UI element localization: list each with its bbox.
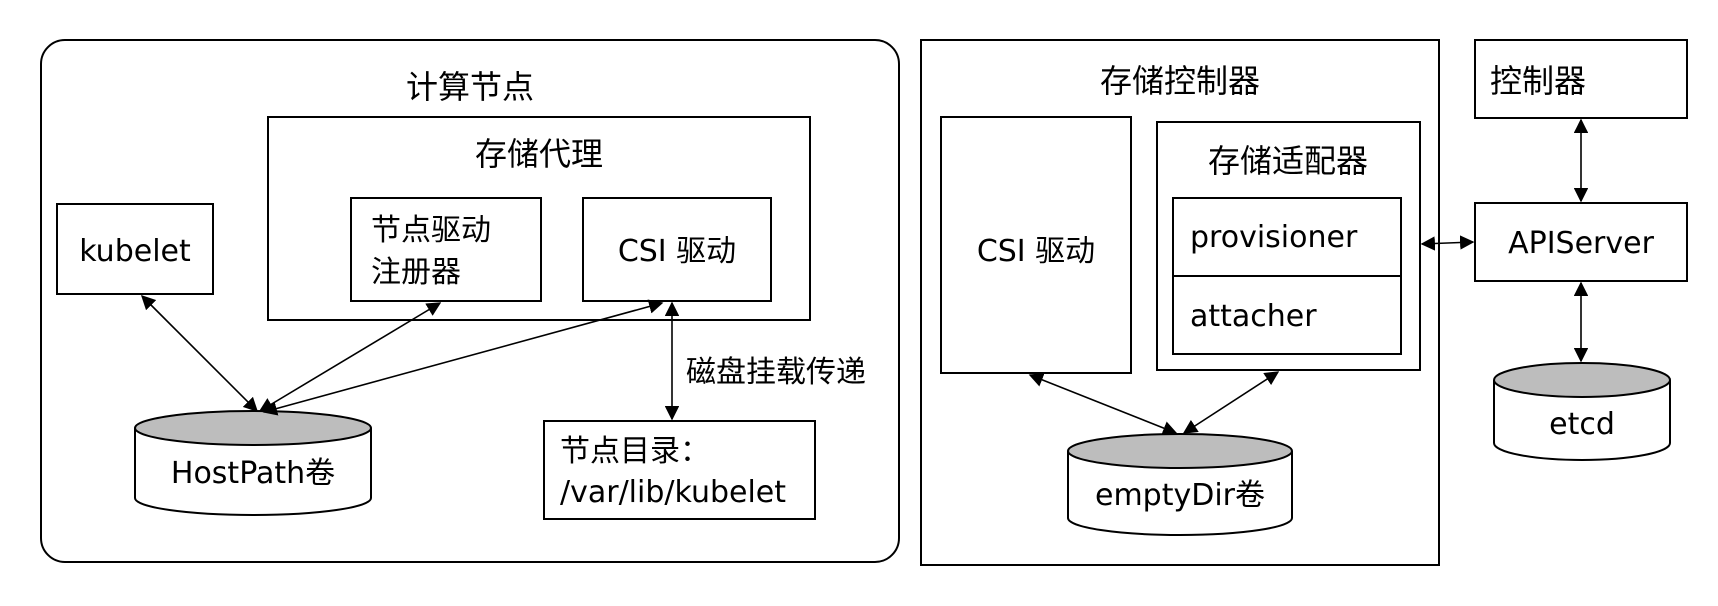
storage-controller-panel: 存储控制器 CSI 驱动 存储适配器 provisioner attacher … [920,39,1440,566]
storage-controller-title: 存储控制器 [1100,62,1260,100]
compute-node-panel: 计算节点 存储代理 节点驱动 注册器 CSI 驱动 kubelet HostPa… [40,39,900,563]
compute-node-title: 计算节点 [406,68,534,106]
controller-csi-driver-box: CSI 驱动 [940,116,1132,374]
storage-adapter-title: 存储适配器 [1208,142,1368,180]
storage-adapter-box: 存储适配器 provisioner attacher [1156,121,1421,371]
node-directory-box: 节点目录： /var/lib/kubelet [543,420,816,520]
hostpath-volume-label: HostPath卷 [171,456,335,491]
provisioner-box: provisioner [1172,197,1402,277]
controller-box: 控制器 [1474,39,1688,119]
attacher-label: attacher [1190,299,1317,334]
controller-label: 控制器 [1490,62,1586,100]
agent-csi-driver-box: CSI 驱动 [582,197,772,302]
hostpath-volume-cylinder: HostPath卷 [134,410,372,516]
provisioner-label: provisioner [1190,220,1358,255]
emptydir-volume-label: emptyDir卷 [1095,478,1265,513]
etcd-label: etcd [1549,407,1615,442]
node-directory-line2: /var/lib/kubelet [560,475,786,510]
node-driver-registrar-box: 节点驱动 注册器 [350,197,542,302]
disk-mount-label: 磁盘挂载传递 [686,355,866,390]
kubelet-label: kubelet [79,234,191,269]
attacher-box: attacher [1172,275,1402,355]
apiserver-label: APIServer [1508,226,1655,261]
emptydir-volume-cylinder: emptyDir卷 [1067,433,1293,536]
architecture-diagram: 计算节点 存储代理 节点驱动 注册器 CSI 驱动 kubelet HostPa… [40,39,1688,566]
node-driver-registrar-line1: 节点驱动 [371,213,491,248]
node-directory-line1: 节点目录： [560,434,710,469]
kubelet-box: kubelet [56,203,214,295]
agent-csi-driver-label: CSI 驱动 [618,234,736,269]
controller-csi-driver-label: CSI 驱动 [977,234,1095,269]
storage-agent-title: 存储代理 [475,135,603,173]
storage-agent-box: 存储代理 节点驱动 注册器 CSI 驱动 [267,116,811,321]
etcd-cylinder: etcd [1493,362,1671,461]
node-driver-registrar-line2: 注册器 [371,255,461,290]
apiserver-box: APIServer [1474,202,1688,282]
control-plane: 控制器 APIServer etcd [1474,39,1688,461]
